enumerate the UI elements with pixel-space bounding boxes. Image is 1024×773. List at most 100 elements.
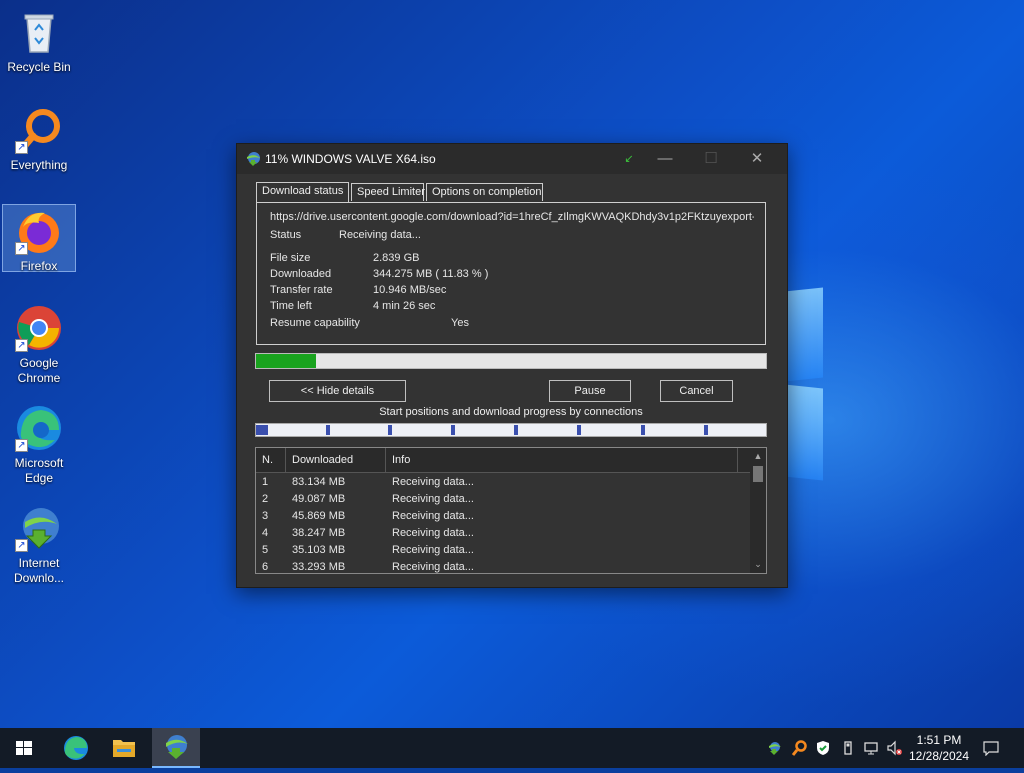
taskbar-edge-button[interactable]	[52, 728, 100, 768]
everything-tray-icon[interactable]	[791, 740, 807, 756]
maximize-button[interactable]: ☐	[693, 148, 729, 170]
connection-number: 2	[262, 493, 269, 505]
connection-segment	[388, 425, 392, 435]
cancel-button[interactable]: Cancel	[660, 380, 733, 402]
connection-info: Receiving data...	[392, 493, 474, 505]
shortcut-arrow-icon: ↗	[15, 141, 28, 154]
connection-info: Receiving data...	[392, 561, 474, 573]
idm-tray-icon[interactable]	[766, 740, 782, 756]
chrome-icon: ↗	[15, 304, 63, 352]
status-value: Receiving data...	[339, 229, 421, 241]
desktop-icon-microsoft-edge[interactable]: ↗ Microsoft Edge	[2, 398, 76, 488]
pause-button[interactable]: Pause	[549, 380, 631, 402]
table-header: N. Downloaded Info	[256, 448, 750, 473]
table-row[interactable]: 4 38.247 MB Receiving data...	[256, 525, 750, 542]
transfer-rate-value: 10.946 MB/sec	[373, 284, 447, 296]
taskbar-clock[interactable]: 1:51 PM 12/28/2024	[906, 732, 972, 764]
table-row[interactable]: 2 49.087 MB Receiving data...	[256, 491, 750, 508]
connection-number: 6	[262, 561, 269, 573]
column-header-number[interactable]: N.	[256, 448, 286, 472]
column-header-info[interactable]: Info	[386, 448, 738, 472]
minimize-button[interactable]: —	[647, 148, 683, 170]
connection-downloaded: 35.103 MB	[292, 544, 346, 556]
windows-start-icon	[16, 741, 32, 755]
desktop-icon-recycle-bin[interactable]: Recycle Bin	[2, 2, 76, 82]
desktop-icon-label: Microsoft Edge	[14, 456, 64, 485]
connection-segment	[641, 425, 645, 435]
folder-icon	[113, 740, 135, 757]
downloaded-label: Downloaded	[270, 268, 332, 280]
connection-downloaded: 38.247 MB	[292, 527, 346, 539]
file-size-value: 2.839 GB	[373, 252, 420, 264]
time-left-label: Time left	[270, 300, 312, 312]
scroll-up-icon[interactable]: ▲	[750, 451, 766, 461]
taskbar-file-explorer-button[interactable]	[100, 728, 148, 768]
network-icon[interactable]	[863, 740, 879, 756]
scroll-down-icon[interactable]: ⌄	[750, 559, 766, 570]
connection-downloaded: 83.134 MB	[292, 476, 346, 488]
downloaded-value: 344.275 MB ( 11.83 % )	[373, 268, 489, 280]
everything-search-icon: ↗	[15, 106, 63, 154]
connection-downloaded: 45.869 MB	[292, 510, 346, 522]
column-header-downloaded[interactable]: Downloaded	[286, 448, 386, 472]
taskbar: 1:51 PM 12/28/2024	[0, 728, 1024, 768]
connection-segment	[256, 425, 268, 435]
desktop-icon-label: Internet Downlo...	[13, 556, 65, 585]
connection-downloaded: 33.293 MB	[292, 561, 346, 573]
connections-table: N. Downloaded Info 1 83.134 MB Receiving d…	[255, 447, 767, 574]
start-button[interactable]	[0, 728, 48, 768]
download-url: https://drive.usercontent.google.com/dow…	[270, 211, 754, 223]
desktop-icon-google-chrome[interactable]: ↗ Google Chrome	[2, 298, 76, 388]
status-label: Status	[270, 229, 302, 241]
table-row[interactable]: 1 83.134 MB Receiving data...	[256, 474, 750, 491]
table-row[interactable]: 5 35.103 MB Receiving data...	[256, 542, 750, 559]
hide-details-button[interactable]: << Hide details	[269, 380, 406, 402]
connection-info: Receiving data...	[392, 476, 474, 488]
desktop-icon-everything[interactable]: ↗ Everything	[2, 100, 76, 180]
security-shield-icon[interactable]	[815, 740, 831, 756]
shortcut-arrow-icon: ↗	[15, 242, 28, 255]
connection-number: 1	[262, 476, 269, 488]
tab-options-on-completion[interactable]: Options on completion	[426, 183, 543, 201]
resume-capability-label: Resume capability	[270, 317, 360, 329]
shortcut-arrow-icon: ↗	[15, 539, 28, 552]
clock-date: 12/28/2024	[908, 749, 970, 763]
recycle-bin-icon	[15, 8, 63, 56]
download-status-panel: https://drive.usercontent.google.com/dow…	[256, 202, 766, 345]
connection-number: 5	[262, 544, 269, 556]
desktop-icon-internet-download-manager[interactable]: ↗ Internet Downlo...	[2, 498, 76, 588]
desktop-icon-label: Recycle Bin	[7, 60, 71, 74]
usb-device-icon[interactable]	[840, 740, 856, 756]
download-progress-dialog: 11% WINDOWS VALVE X64.iso ↙ — ☐ ✕ Downlo…	[236, 143, 788, 588]
desktop-icon-label: Firefox	[20, 259, 58, 273]
tab-download-status[interactable]: Download status	[256, 182, 349, 202]
dialog-title: 11% WINDOWS VALVE X64.iso	[265, 152, 436, 166]
connection-info: Receiving data...	[392, 544, 474, 556]
dialog-titlebar[interactable]: 11% WINDOWS VALVE X64.iso ↙ — ☐ ✕	[237, 144, 787, 174]
idm-status-icon: ↙	[624, 153, 634, 165]
shortcut-arrow-icon: ↗	[15, 439, 28, 452]
transfer-rate-label: Transfer rate	[270, 284, 333, 296]
desktop-icon-firefox[interactable]: ↗ Firefox	[2, 204, 76, 273]
download-progress-fill	[256, 354, 317, 368]
notifications-icon[interactable]	[983, 740, 999, 757]
table-scrollbar[interactable]: ▲ ⌄	[750, 448, 766, 573]
volume-muted-icon[interactable]	[886, 740, 902, 756]
close-button[interactable]: ✕	[739, 148, 775, 170]
file-size-label: File size	[270, 252, 311, 264]
time-left-value: 4 min 26 sec	[373, 300, 436, 312]
connections-label: Start positions and download progress by…	[379, 406, 643, 418]
desktop-icon-label: Google Chrome	[17, 356, 61, 385]
download-progress-bar	[255, 353, 767, 369]
idm-icon	[166, 735, 188, 759]
taskbar-idm-button[interactable]	[152, 728, 200, 768]
desktop-icon-label: Everything	[10, 158, 68, 172]
table-row[interactable]: 3 45.869 MB Receiving data...	[256, 508, 750, 525]
scrollbar-thumb[interactable]	[753, 466, 763, 482]
table-row[interactable]: 6 33.293 MB Receiving data...	[256, 559, 750, 573]
clock-time: 1:51 PM	[916, 733, 962, 747]
firefox-icon: ↗	[15, 207, 63, 255]
tab-speed-limiter[interactable]: Speed Limiter	[351, 183, 425, 201]
edge-icon: ↗	[15, 404, 63, 452]
edge-icon	[64, 736, 88, 760]
